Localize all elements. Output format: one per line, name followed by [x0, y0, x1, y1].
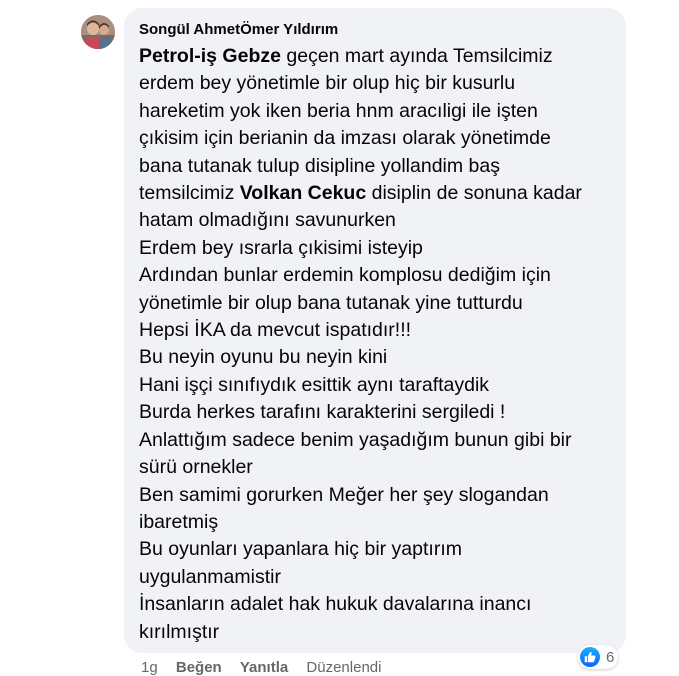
comment-line-text: disiplin de sonuna kadar	[366, 182, 582, 205]
comment-line: Ben samimi gorurken Meğer her şey slogan…	[139, 482, 612, 509]
comment-line: Ardından bunlar erdemin komplosu dediğim…	[139, 262, 612, 289]
comment-line: hatam olmadığını savunurken	[139, 207, 612, 234]
comment-line: çıkisim için berianin da imzası olarak y…	[139, 125, 612, 152]
comment-line-text: İnsanların adalet hak hukuk davalarına i…	[139, 593, 532, 616]
mention-link[interactable]: Petrol-iş Gebze	[139, 45, 281, 67]
comment-line-text: hareketim yok iken beria hnm aracıligi i…	[139, 99, 538, 122]
comment-line: bana tutanak tulup disipline yollandim b…	[139, 153, 612, 180]
comment-line-text: Erdem bey ısrarla çıkisimi isteyip	[139, 236, 423, 259]
comment-line: Anlattığım sadece benim yaşadığım bunun …	[139, 427, 612, 454]
reaction-count: 6	[606, 648, 615, 666]
comment-line-text: bana tutanak tulup disipline yollandim b…	[139, 154, 500, 177]
comment-line: sürü ornekler	[139, 454, 612, 481]
comment-line: Burda herkes tarafını karakterini sergil…	[139, 399, 612, 426]
reply-button[interactable]: Yanıtla	[240, 659, 288, 676]
comment-line: temsilcimiz Volkan Cekuc disiplin de son…	[139, 180, 612, 207]
comment-line-text: uygulanmamistir	[139, 565, 281, 588]
comment-line: Erdem bey ısrarla çıkisimi isteyip	[139, 235, 612, 262]
reaction-summary[interactable]: 6	[578, 645, 619, 669]
comment-line-text: Hepsi İKA da mevcut ispatıdır!!!	[139, 319, 412, 342]
comment-line-text: Ben samimi gorurken Meğer her şey slogan…	[139, 483, 549, 506]
comment-line: uygulanmamistir	[139, 564, 612, 591]
comment-line-text: Burda herkes tarafını karakterini sergil…	[139, 401, 506, 424]
avatar[interactable]	[81, 15, 115, 49]
comment-line-text: hatam olmadığını savunurken	[139, 209, 396, 232]
comment-author[interactable]: Songül AhmetÖmer Yıldırım	[139, 21, 612, 39]
comment-line: Hani işçi sınıfıydık esittik aynı taraft…	[139, 372, 612, 399]
comment-line-text: Bu oyunları yapanlara hiç bir yaptırım	[139, 538, 462, 561]
comment-actions: 1g Beğen Yanıtla Düzenlendi	[141, 657, 395, 676]
comment-line-text: sürü ornekler	[139, 456, 253, 479]
comment-line-text: ibaretmiş	[139, 510, 219, 533]
comment-line: İnsanların adalet hak hukuk davalarına i…	[139, 591, 612, 618]
like-icon	[580, 647, 600, 667]
comment-line: Hepsi İKA da mevcut ispatıdır!!!	[139, 317, 612, 344]
comment-line-text: yönetimle bir olup bana tutanak yine tut…	[139, 291, 523, 314]
comment-line-text: çıkisim için berianin da imzası olarak y…	[139, 127, 551, 150]
comment-line-text: temsilcimiz	[139, 182, 240, 205]
comment-timestamp[interactable]: 1g	[141, 659, 158, 676]
mention-link[interactable]: Volkan Cekuc	[240, 182, 366, 204]
comment-line-text: Ardından bunlar erdemin komplosu dediğim…	[139, 264, 551, 287]
comment-line-text: Bu neyin oyunu bu neyin kini	[139, 346, 388, 369]
comment-text: Petrol-iş Gebze geçen mart ayında Temsil…	[139, 43, 612, 646]
comment-line: Petrol-iş Gebze geçen mart ayında Temsil…	[139, 43, 612, 70]
comment-line: kırılmıştır	[139, 619, 612, 646]
comment-line-text: Anlattığım sadece benim yaşadığım bunun …	[139, 428, 572, 451]
comment-line: Bu oyunları yapanlara hiç bir yaptırım	[139, 536, 612, 563]
comment-item: Songül AhmetÖmer Yıldırım Petrol-iş Gebz…	[0, 0, 679, 676]
comment-line: Bu neyin oyunu bu neyin kini	[139, 344, 612, 371]
comment-line-text: kırılmıştır	[139, 620, 220, 643]
comment-line-text: geçen mart ayında Temsilcimiz	[280, 45, 553, 67]
comment-line: hareketim yok iken beria hnm aracıligi i…	[139, 98, 612, 125]
comment-line-text: Hani işçi sınıfıydık esittik aynı taraft…	[139, 373, 490, 396]
comment-line: erdem bey yönetimle bir olup hiç bir kus…	[139, 70, 612, 97]
like-button[interactable]: Beğen	[176, 659, 222, 676]
comment-bubble: Songül AhmetÖmer Yıldırım Petrol-iş Gebz…	[124, 8, 626, 653]
comment-line: yönetimle bir olup bana tutanak yine tut…	[139, 290, 612, 317]
comment-line: ibaretmiş	[139, 509, 612, 536]
comment-line-text: erdem bey yönetimle bir olup hiç bir kus…	[139, 72, 516, 95]
edited-label[interactable]: Düzenlendi	[306, 659, 381, 676]
